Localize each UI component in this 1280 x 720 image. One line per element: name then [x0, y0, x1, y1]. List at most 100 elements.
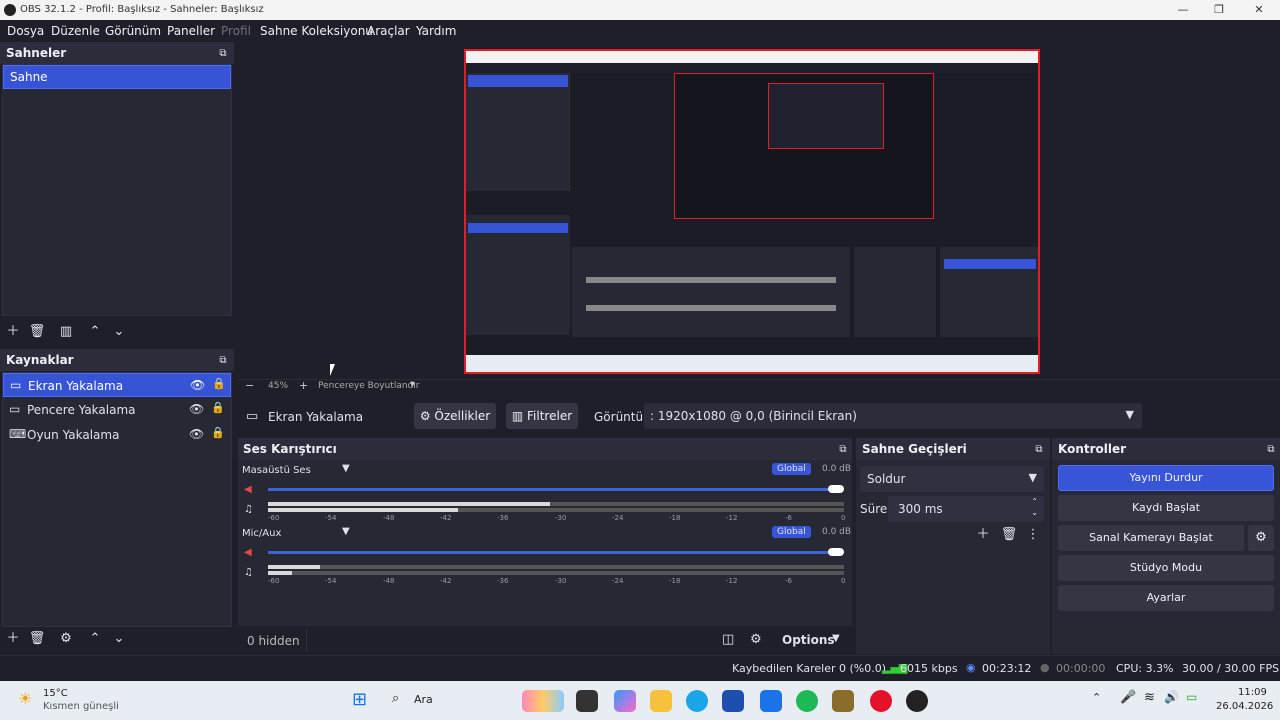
spin-down-icon[interactable]: ⌄ [1031, 508, 1038, 517]
settings-button[interactable]: Ayarlar [1058, 585, 1274, 611]
remove-transition-icon[interactable]: 🗑 [1000, 526, 1018, 544]
file-explorer-icon[interactable] [650, 690, 672, 712]
tick-label: -6 [785, 577, 792, 585]
spin-up-icon[interactable]: ⌃ [1031, 497, 1038, 506]
advanced-audio-icon[interactable]: ⚙ [750, 632, 762, 647]
transitions-body: Soldur ▼ Süre 300 ms ⌃ ⌄ ＋ 🗑 ⋮ [856, 460, 1050, 654]
transition-select[interactable]: Soldur ▼ [860, 466, 1044, 492]
search-box[interactable]: Ara [414, 693, 433, 706]
microphone-icon[interactable]: 🎤 [1120, 690, 1136, 705]
display-select[interactable]: : 1920x1080 @ 0,0 (Birincil Ekran) ▼ [644, 403, 1142, 429]
gamepad-icon: ⌨ [9, 427, 27, 441]
zoom-in-button[interactable]: + [299, 379, 308, 392]
battery-icon[interactable]: ▭ [1186, 690, 1197, 704]
move-up-icon[interactable]: ⌃ [86, 323, 104, 341]
volume-icon[interactable]: 🔊 [1164, 690, 1179, 704]
edge-icon[interactable] [686, 690, 708, 712]
zoom-out-button[interactable]: − [245, 379, 254, 392]
move-down-icon[interactable]: ⌄ [110, 323, 128, 341]
remove-scene-icon[interactable]: 🗑 [28, 323, 46, 341]
menu-yardim[interactable]: Yardım [416, 24, 456, 38]
start-virtual-camera-button[interactable]: Sanal Kamerayı Başlat [1058, 525, 1244, 551]
chevron-up-icon[interactable]: ⌃ [1092, 691, 1101, 704]
window-icon: ▭ [9, 402, 21, 416]
preview-source-frame[interactable] [464, 49, 1040, 374]
undock-icon[interactable]: ⧉ [1030, 441, 1048, 459]
eye-icon[interactable]: 👁 [189, 402, 204, 416]
chevron-down-icon[interactable]: ▼ [832, 633, 840, 644]
move-down-icon[interactable]: ⌄ [110, 630, 128, 648]
wifi-icon[interactable]: ≋ [1144, 690, 1155, 705]
global-badge[interactable]: Global [772, 526, 811, 538]
source-item-oyun[interactable]: ⌨ Oyun Yakalama 👁 🔒 [3, 423, 231, 447]
copilot-icon[interactable] [614, 690, 636, 712]
maximize-button[interactable]: ❐ [1200, 0, 1238, 20]
filters-button[interactable]: ▥ Filtreler [506, 403, 578, 429]
meter-scale: -60 -54 -48 -42 -36 -30 -24 -18 -12 -6 0 [238, 514, 852, 524]
gear-icon[interactable]: ⚙ [1248, 525, 1274, 551]
resize-to-window[interactable]: Pencereye Boyutlandır [318, 381, 419, 391]
menu-araclar[interactable]: Araçlar [367, 24, 410, 38]
volume-slider[interactable] [268, 488, 834, 491]
chevron-down-icon[interactable]: ▾ [410, 379, 415, 390]
eye-icon[interactable]: 👁 [190, 378, 205, 392]
properties-button[interactable]: ⚙ Özellikler [414, 403, 496, 429]
search-icon[interactable]: ⌕ [392, 691, 399, 706]
temperature: 15°C [43, 688, 68, 699]
channel-menu-icon[interactable]: ▼ [342, 526, 350, 537]
scene-filters-icon[interactable]: ▥ [57, 323, 75, 341]
more-options-icon[interactable]: ⋮ [1024, 526, 1042, 544]
eye-icon[interactable]: 👁 [189, 427, 204, 441]
source-item-pencere[interactable]: ▭ Pencere Yakalama 👁 🔒 [3, 398, 231, 422]
minimize-button[interactable]: — [1164, 0, 1202, 20]
speaker-icon[interactable]: ◀ [244, 547, 252, 558]
widget-icon[interactable] [522, 690, 564, 712]
layout-icon[interactable]: ◫ [722, 632, 734, 647]
channel-menu-icon[interactable]: ▼ [342, 463, 350, 474]
task-view-icon[interactable] [576, 690, 598, 712]
menu-dosya[interactable]: Dosya [7, 24, 44, 38]
add-scene-icon[interactable]: ＋ [4, 323, 22, 341]
obs-taskbar-icon[interactable] [906, 690, 928, 712]
add-transition-icon[interactable]: ＋ [974, 526, 992, 544]
volume-slider-knob[interactable] [828, 548, 844, 556]
duration-spinbox[interactable]: 300 ms ⌃ ⌄ [888, 496, 1044, 522]
tick-label: -6 [785, 514, 792, 522]
close-button[interactable]: ✕ [1240, 0, 1278, 20]
studio-mode-button[interactable]: Stüdyo Modu [1058, 555, 1274, 581]
opera-icon[interactable] [870, 690, 892, 712]
start-recording-button[interactable]: Kaydı Başlat [1058, 495, 1274, 521]
undock-icon[interactable]: ⧉ [1262, 441, 1280, 459]
source-item-ekran[interactable]: ▭ Ekran Yakalama 👁 🔒 [3, 373, 231, 397]
options-button[interactable]: Options [782, 633, 835, 647]
source-properties-icon[interactable]: ⚙ [57, 630, 75, 648]
game-icon[interactable] [832, 690, 854, 712]
undock-icon[interactable]: ⧉ [834, 441, 852, 459]
menu-profil[interactable]: Profil [221, 24, 251, 38]
stop-stream-button[interactable]: Yayını Durdur [1058, 465, 1274, 491]
start-icon[interactable]: ⊞ [352, 689, 367, 710]
menu-gorunum[interactable]: Görünüm [105, 24, 161, 38]
menu-duzenle[interactable]: Düzenle [51, 24, 100, 38]
scene-item[interactable]: Sahne [3, 65, 231, 89]
menu-sahne-koleksiyonu[interactable]: Sahne Koleksiyonu [260, 24, 373, 38]
sources-list: ▭ Ekran Yakalama 👁 🔒 ▭ Pencere Yakalama … [2, 372, 232, 627]
duration-value: 300 ms [898, 502, 943, 516]
volume-slider[interactable] [268, 551, 834, 554]
global-badge[interactable]: Global [772, 463, 811, 475]
move-up-icon[interactable]: ⌃ [86, 630, 104, 648]
spotify-icon[interactable] [796, 690, 818, 712]
speaker-icon[interactable]: ◀ [244, 484, 252, 495]
store-icon[interactable] [722, 690, 744, 712]
lock-icon[interactable]: 🔒 [211, 426, 225, 439]
lock-icon[interactable]: 🔒 [212, 377, 226, 390]
menu-paneller[interactable]: Paneller [167, 24, 215, 38]
undock-icon[interactable]: ⧉ [214, 45, 232, 63]
outlook-icon[interactable] [760, 690, 782, 712]
undock-icon[interactable]: ⧉ [214, 352, 232, 370]
preview-canvas[interactable] [238, 42, 1280, 380]
add-source-icon[interactable]: ＋ [4, 630, 22, 648]
lock-icon[interactable]: 🔒 [211, 401, 225, 414]
volume-slider-knob[interactable] [828, 485, 844, 493]
remove-source-icon[interactable]: 🗑 [28, 630, 46, 648]
